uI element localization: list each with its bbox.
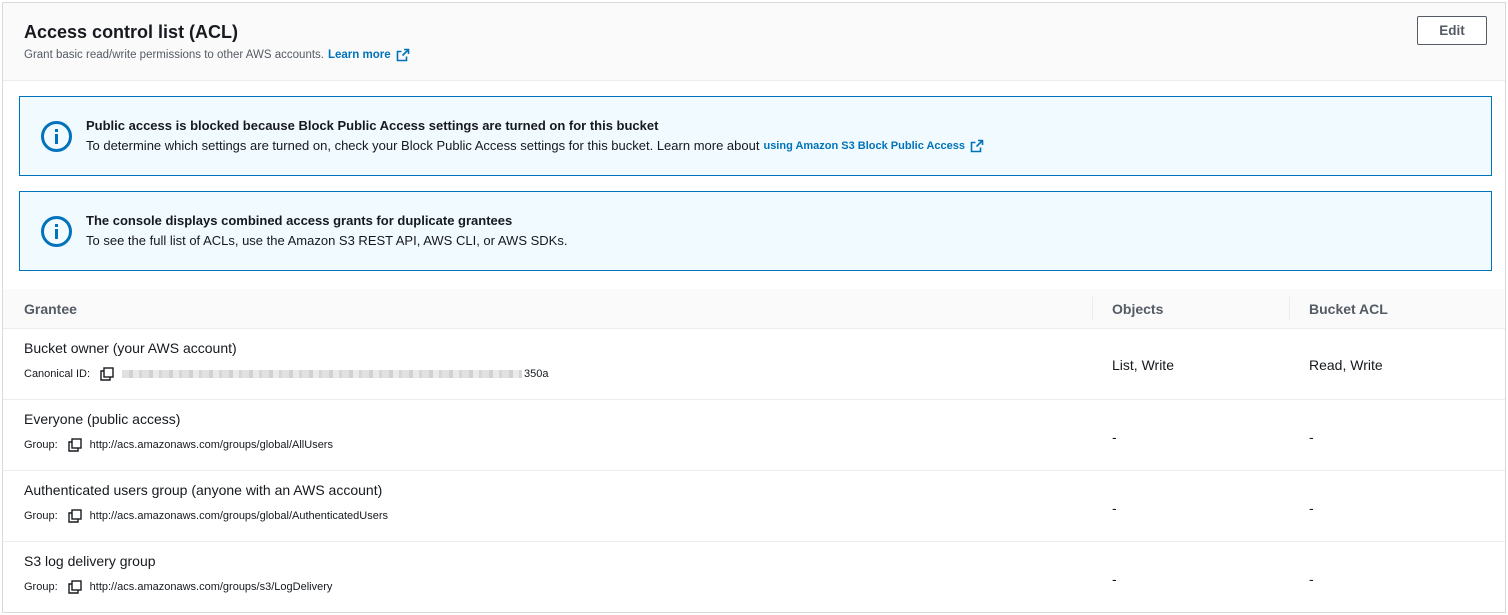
grantee-detail-label: Canonical ID: [24,368,91,380]
grantee-detail: Group: http://acs.amazonaws.com/groups/s… [24,579,332,595]
copy-icon[interactable] [67,580,82,594]
grantee-detail-value: http://acs.amazonaws.com/groups/s3/LogDe… [89,581,333,593]
panel-header: Access control list (ACL) Grant basic re… [3,3,1505,81]
grantee-detail-value: http://acs.amazonaws.com/groups/global/A… [89,510,389,522]
column-divider [1289,297,1290,321]
grantee-detail-value: 350a [524,368,549,380]
block-public-access-alert: Public access is blocked because Block P… [19,96,1492,176]
grantee-detail: Canonical ID: 350a [24,366,549,382]
grantee-detail-label: Group: [24,581,58,593]
bucket-acl-permission: - [1309,571,1314,587]
objects-permission: - [1112,500,1117,516]
edit-button[interactable]: Edit [1417,16,1487,45]
alert-body: Public access is blocked because Block P… [86,116,984,156]
copy-icon[interactable] [67,509,82,523]
grantee-name: S3 log delivery group [24,553,156,569]
objects-permission: List, Write [1112,357,1174,373]
copy-icon[interactable] [100,367,114,381]
alert-message: To determine which settings are turned o… [86,138,760,153]
bucket-acl-permission: Read, Write [1309,357,1383,373]
objects-permission: - [1112,429,1117,445]
table-row: S3 log delivery group Group: http://acs.… [3,542,1505,613]
table-row: Bucket owner (your AWS account) Canonica… [3,329,1505,400]
bucket-acl-permission: - [1309,500,1314,516]
page-title: Access control list (ACL) [24,22,239,42]
duplicate-grantees-alert: The console displays combined access gra… [19,191,1492,271]
bucket-acl-permission: - [1309,429,1314,445]
info-circle-icon [40,215,73,248]
column-header-bucket-acl: Bucket ACL [1309,301,1388,317]
column-header-grantee: Grantee [24,301,77,317]
grantee-detail-value: http://acs.amazonaws.com/groups/global/A… [89,439,333,451]
alert-body: The console displays combined access gra… [86,211,567,251]
table-row: Everyone (public access) Group: http://a… [3,400,1505,471]
acl-panel: Access control list (ACL) Grant basic re… [2,2,1506,613]
alert-title: Public access is blocked because Block P… [86,118,659,133]
redacted-canonical-id [122,370,523,378]
alert-message: To see the full list of ACLs, use the Am… [86,233,568,248]
column-header-objects: Objects [1112,301,1164,317]
grantee-name: Everyone (public access) [24,411,181,427]
grantee-detail: Group: http://acs.amazonaws.com/groups/g… [24,508,388,524]
alert-title: The console displays combined access gra… [86,213,513,228]
info-circle-icon [40,120,73,153]
acl-table: Grantee Objects Bucket ACL Bucket owner … [3,289,1505,613]
grantee-name: Bucket owner (your AWS account) [24,340,237,356]
grantee-detail-label: Group: [24,439,58,451]
learn-more-link[interactable]: Learn more [328,49,391,61]
grantee-name: Authenticated users group (anyone with a… [24,482,383,498]
external-link-icon[interactable] [970,139,984,153]
description-text: Grant basic read/write permissions to ot… [24,49,324,61]
external-link-icon[interactable] [396,48,410,62]
column-divider [1092,297,1093,321]
alert-text: To determine which settings are turned o… [86,136,984,156]
grantee-detail-label: Group: [24,510,58,522]
objects-permission: - [1112,571,1117,587]
copy-icon[interactable] [67,438,82,452]
table-header: Grantee Objects Bucket ACL [3,289,1505,329]
alert-text: To see the full list of ACLs, use the Am… [86,231,567,251]
grantee-detail: Group: http://acs.amazonaws.com/groups/g… [24,437,333,453]
table-row: Authenticated users group (anyone with a… [3,471,1505,542]
block-public-access-link[interactable]: using Amazon S3 Block Public Access [763,136,965,156]
panel-description: Grant basic read/write permissions to ot… [24,48,1505,62]
